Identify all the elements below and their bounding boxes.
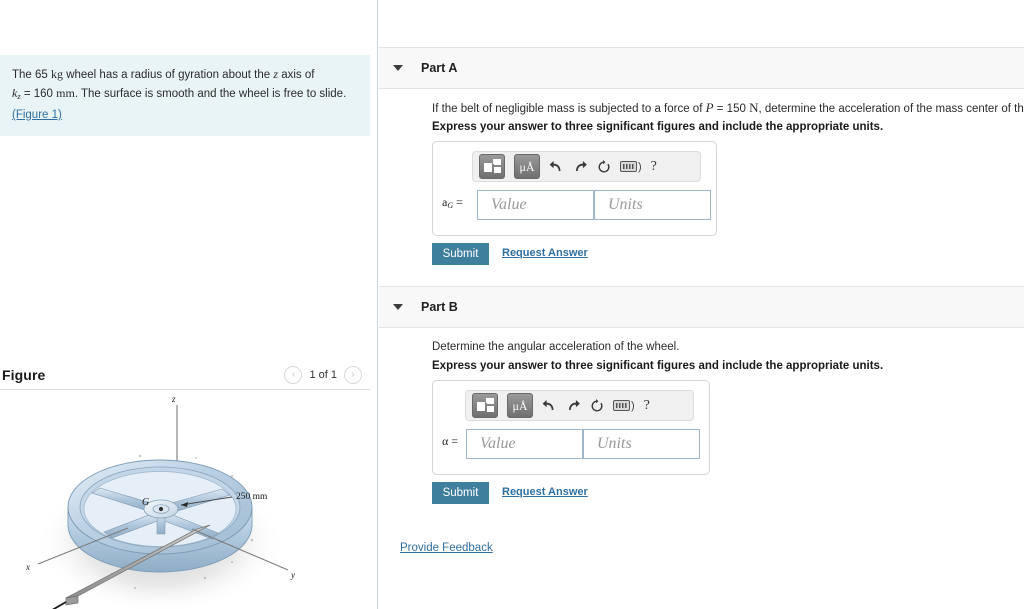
template-icon[interactable] — [472, 393, 498, 418]
reset-icon-svg — [591, 398, 603, 411]
axis-z-label: z — [171, 394, 176, 404]
wheel-center-point — [158, 506, 164, 512]
part-a-submit-button[interactable]: Submit — [432, 243, 489, 265]
unit-mm: mm — [56, 86, 75, 101]
chevron-down-icon[interactable] — [393, 65, 403, 71]
part-b-instruction: Express your answer to three significant… — [432, 360, 884, 372]
part-b-header[interactable]: Part B — [379, 286, 1024, 328]
part-b-label: Part B — [421, 300, 458, 314]
figure-next-button[interactable]: › — [344, 365, 362, 384]
figure-title: Figure — [2, 366, 46, 383]
part-a-question: If the belt of negligible mass is subjec… — [432, 100, 1024, 115]
keyboard-icon-paren: ) — [638, 160, 642, 173]
template-icon-glyph — [483, 159, 501, 174]
redo-icon-svg — [569, 400, 580, 410]
part-b-math-toolbar: μÅ) ? — [465, 390, 694, 421]
template-icon-glyph — [476, 398, 494, 413]
units-icon[interactable]: μÅ — [507, 393, 533, 418]
figure-navigation: ‹ 1 of 1 › — [284, 365, 362, 384]
wheel-diagram-svg: z G 250 mm x y — [25, 394, 295, 609]
units-icon-glyph: μÅ — [519, 159, 535, 174]
part-a-label: Part A — [421, 61, 458, 75]
problem-text-line1: The 65 kg wheel has a radius of gyration… — [12, 67, 315, 81]
redo-icon[interactable] — [573, 160, 588, 173]
help-icon[interactable]: ? — [644, 398, 650, 414]
redo-icon-svg — [576, 161, 587, 171]
force-variable-p: P — [705, 100, 714, 115]
force-arrow-line — [52, 601, 67, 609]
part-a-units-input[interactable]: Units — [594, 190, 711, 220]
template-icon[interactable] — [479, 154, 505, 179]
belt-end-face — [65, 595, 79, 606]
keyboard-icon[interactable]: ) — [620, 161, 642, 173]
axis-y-label: y — [290, 570, 295, 580]
figure-1-link[interactable]: (Figure 1) — [12, 107, 62, 124]
page-root: The 65 kg wheel has a radius of gyration… — [0, 0, 1024, 609]
units-icon-glyph: μÅ — [512, 398, 528, 413]
part-b-answer-variable: α = — [442, 434, 459, 448]
axis-x-label: x — [25, 562, 30, 572]
unit-kg: kg — [51, 67, 63, 81]
keyboard-icon-body — [613, 400, 630, 411]
part-a-header[interactable]: Part A — [379, 47, 1024, 89]
figure-prev-button[interactable]: ‹ — [284, 365, 303, 384]
part-a-answer-variable: aG = — [442, 195, 463, 210]
reset-icon-svg — [598, 159, 610, 172]
keyboard-icon-body — [620, 161, 637, 172]
undo-icon[interactable] — [542, 399, 557, 412]
reset-icon[interactable] — [597, 159, 611, 174]
figure-header: Figure ‹ 1 of 1 › — [0, 360, 370, 390]
part-b-answer-box: μÅ) ? α = Value Units — [432, 380, 710, 475]
keyboard-icon[interactable]: ) — [613, 400, 635, 412]
part-b-submit-button[interactable]: Submit — [432, 482, 489, 504]
figure-counter: 1 of 1 — [309, 368, 337, 381]
chevron-down-icon[interactable] — [393, 304, 403, 310]
units-icon[interactable]: μÅ — [514, 154, 540, 179]
right-panel: Part A If the belt of negligible mass is… — [379, 0, 1024, 609]
provide-feedback-link[interactable]: Provide Feedback — [400, 542, 493, 554]
redo-icon[interactable] — [566, 399, 581, 412]
part-a-answer-box: μÅ) ? aG = Value Units — [432, 141, 717, 236]
problem-text-line2b: . The surface is smooth and the wheel is… — [74, 88, 347, 101]
keyboard-icon-paren: ) — [631, 399, 635, 412]
radius-label: 250 mm — [236, 492, 268, 502]
problem-statement: The 65 kg wheel has a radius of gyration… — [0, 55, 370, 137]
help-icon[interactable]: ? — [651, 159, 657, 175]
part-a-request-answer-link[interactable]: Request Answer — [502, 247, 588, 259]
part-a-value-input[interactable]: Value — [477, 190, 594, 220]
part-a-instruction: Express your answer to three significant… — [432, 121, 884, 133]
undo-icon-svg — [549, 161, 561, 171]
part-b-units-input[interactable]: Units — [583, 429, 700, 459]
center-of-mass-label: G — [142, 497, 149, 508]
undo-icon[interactable] — [549, 160, 564, 173]
problem-text-line2: = 160 — [20, 88, 57, 101]
reset-icon[interactable] — [590, 398, 604, 413]
figure-image: z G 250 mm x y — [0, 392, 378, 609]
undo-icon-svg — [542, 400, 554, 410]
part-b-request-answer-link[interactable]: Request Answer — [502, 486, 588, 498]
part-b-question: Determine the angular acceleration of th… — [432, 341, 680, 353]
part-b-value-input[interactable]: Value — [466, 429, 583, 459]
part-a-math-toolbar: μÅ) ? — [472, 151, 701, 182]
left-panel: The 65 kg wheel has a radius of gyration… — [0, 0, 378, 609]
